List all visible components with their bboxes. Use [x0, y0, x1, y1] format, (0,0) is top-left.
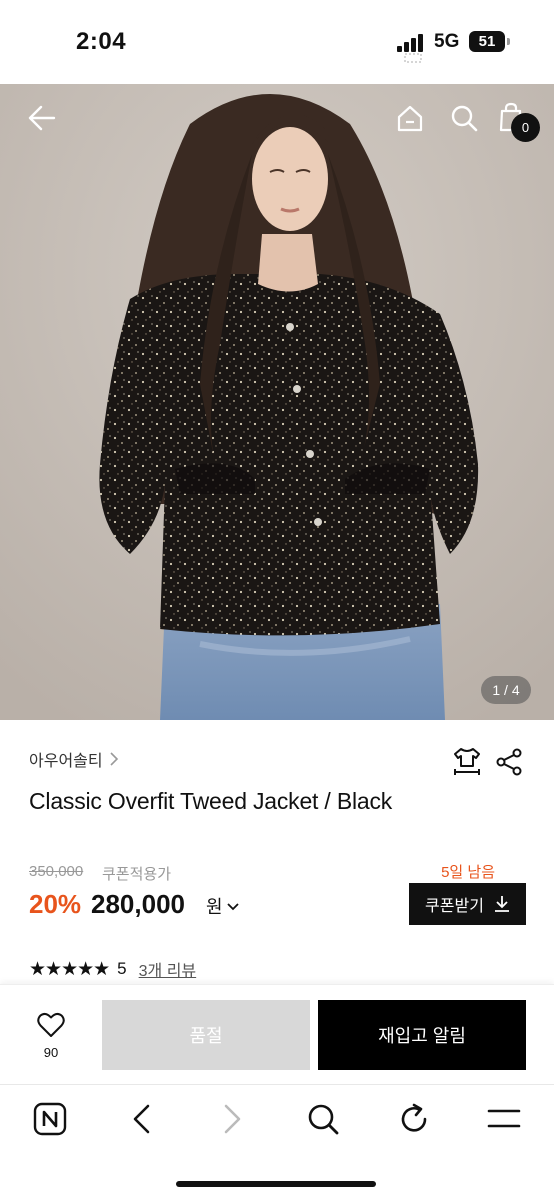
price-detail-toggle[interactable]: 원	[206, 893, 240, 919]
chevron-right-icon	[110, 752, 118, 766]
reload-icon[interactable]	[398, 1102, 430, 1136]
coupon-days-left: 5일 남음	[441, 864, 495, 881]
home-icon[interactable]	[396, 104, 424, 132]
menu-icon[interactable]	[487, 1102, 521, 1136]
restock-alert-button[interactable]: 재입고 알림	[318, 1000, 526, 1070]
share-icon[interactable]	[495, 748, 523, 776]
status-bar: 2:04 5G 51	[0, 0, 554, 84]
chevron-down-icon	[226, 903, 239, 911]
download-icon	[494, 896, 509, 912]
size-guide-icon[interactable]	[453, 746, 481, 776]
coupon-price-label: 쿠폰적용가	[102, 866, 172, 883]
back-arrow-icon[interactable]	[28, 104, 56, 132]
browser-forward-icon[interactable]	[222, 1102, 244, 1136]
location-indicator-icon	[404, 53, 422, 63]
currency-label: 원	[206, 897, 223, 917]
naver-home-icon[interactable]	[33, 1102, 67, 1136]
product-title: Classic Overfit Tweed Jacket / Black	[29, 788, 393, 814]
home-indicator	[176, 1181, 376, 1187]
product-image-gallery[interactable]	[0, 84, 554, 720]
like-button[interactable]: 90	[30, 1012, 72, 1060]
browser-back-icon[interactable]	[130, 1102, 152, 1136]
sale-price: 280,000	[91, 889, 185, 919]
signal-icon	[397, 34, 427, 52]
soldout-button[interactable]: 품절	[102, 1000, 310, 1070]
heart-icon	[37, 1012, 65, 1037]
rating-row: ★★★★★ 5 3개 리뷰	[29, 957, 196, 981]
original-price: 350,000	[29, 863, 84, 880]
rating-stars: ★★★★★	[29, 958, 110, 980]
battery-icon: 51	[469, 31, 510, 52]
gallery-page-indicator: 1 / 4	[481, 676, 531, 704]
review-link[interactable]: 3개 리뷰	[139, 957, 197, 981]
discount-rate: 20%	[29, 889, 82, 919]
network-label: 5G	[434, 31, 460, 52]
brand-name: 아우어솔티	[29, 753, 103, 770]
browser-search-icon[interactable]	[306, 1102, 340, 1136]
coupon-download-button[interactable]: 쿠폰받기	[409, 883, 526, 925]
rating-value: 5	[117, 959, 127, 978]
status-time: 2:04	[76, 28, 127, 55]
product-photo	[0, 84, 554, 720]
cart-count-badge: 0	[511, 113, 540, 142]
brand-link[interactable]: 아우어솔티	[29, 747, 119, 771]
like-count: 90	[43, 1045, 59, 1060]
coupon-button-label: 쿠폰받기	[425, 898, 484, 915]
search-icon[interactable]	[450, 104, 478, 132]
